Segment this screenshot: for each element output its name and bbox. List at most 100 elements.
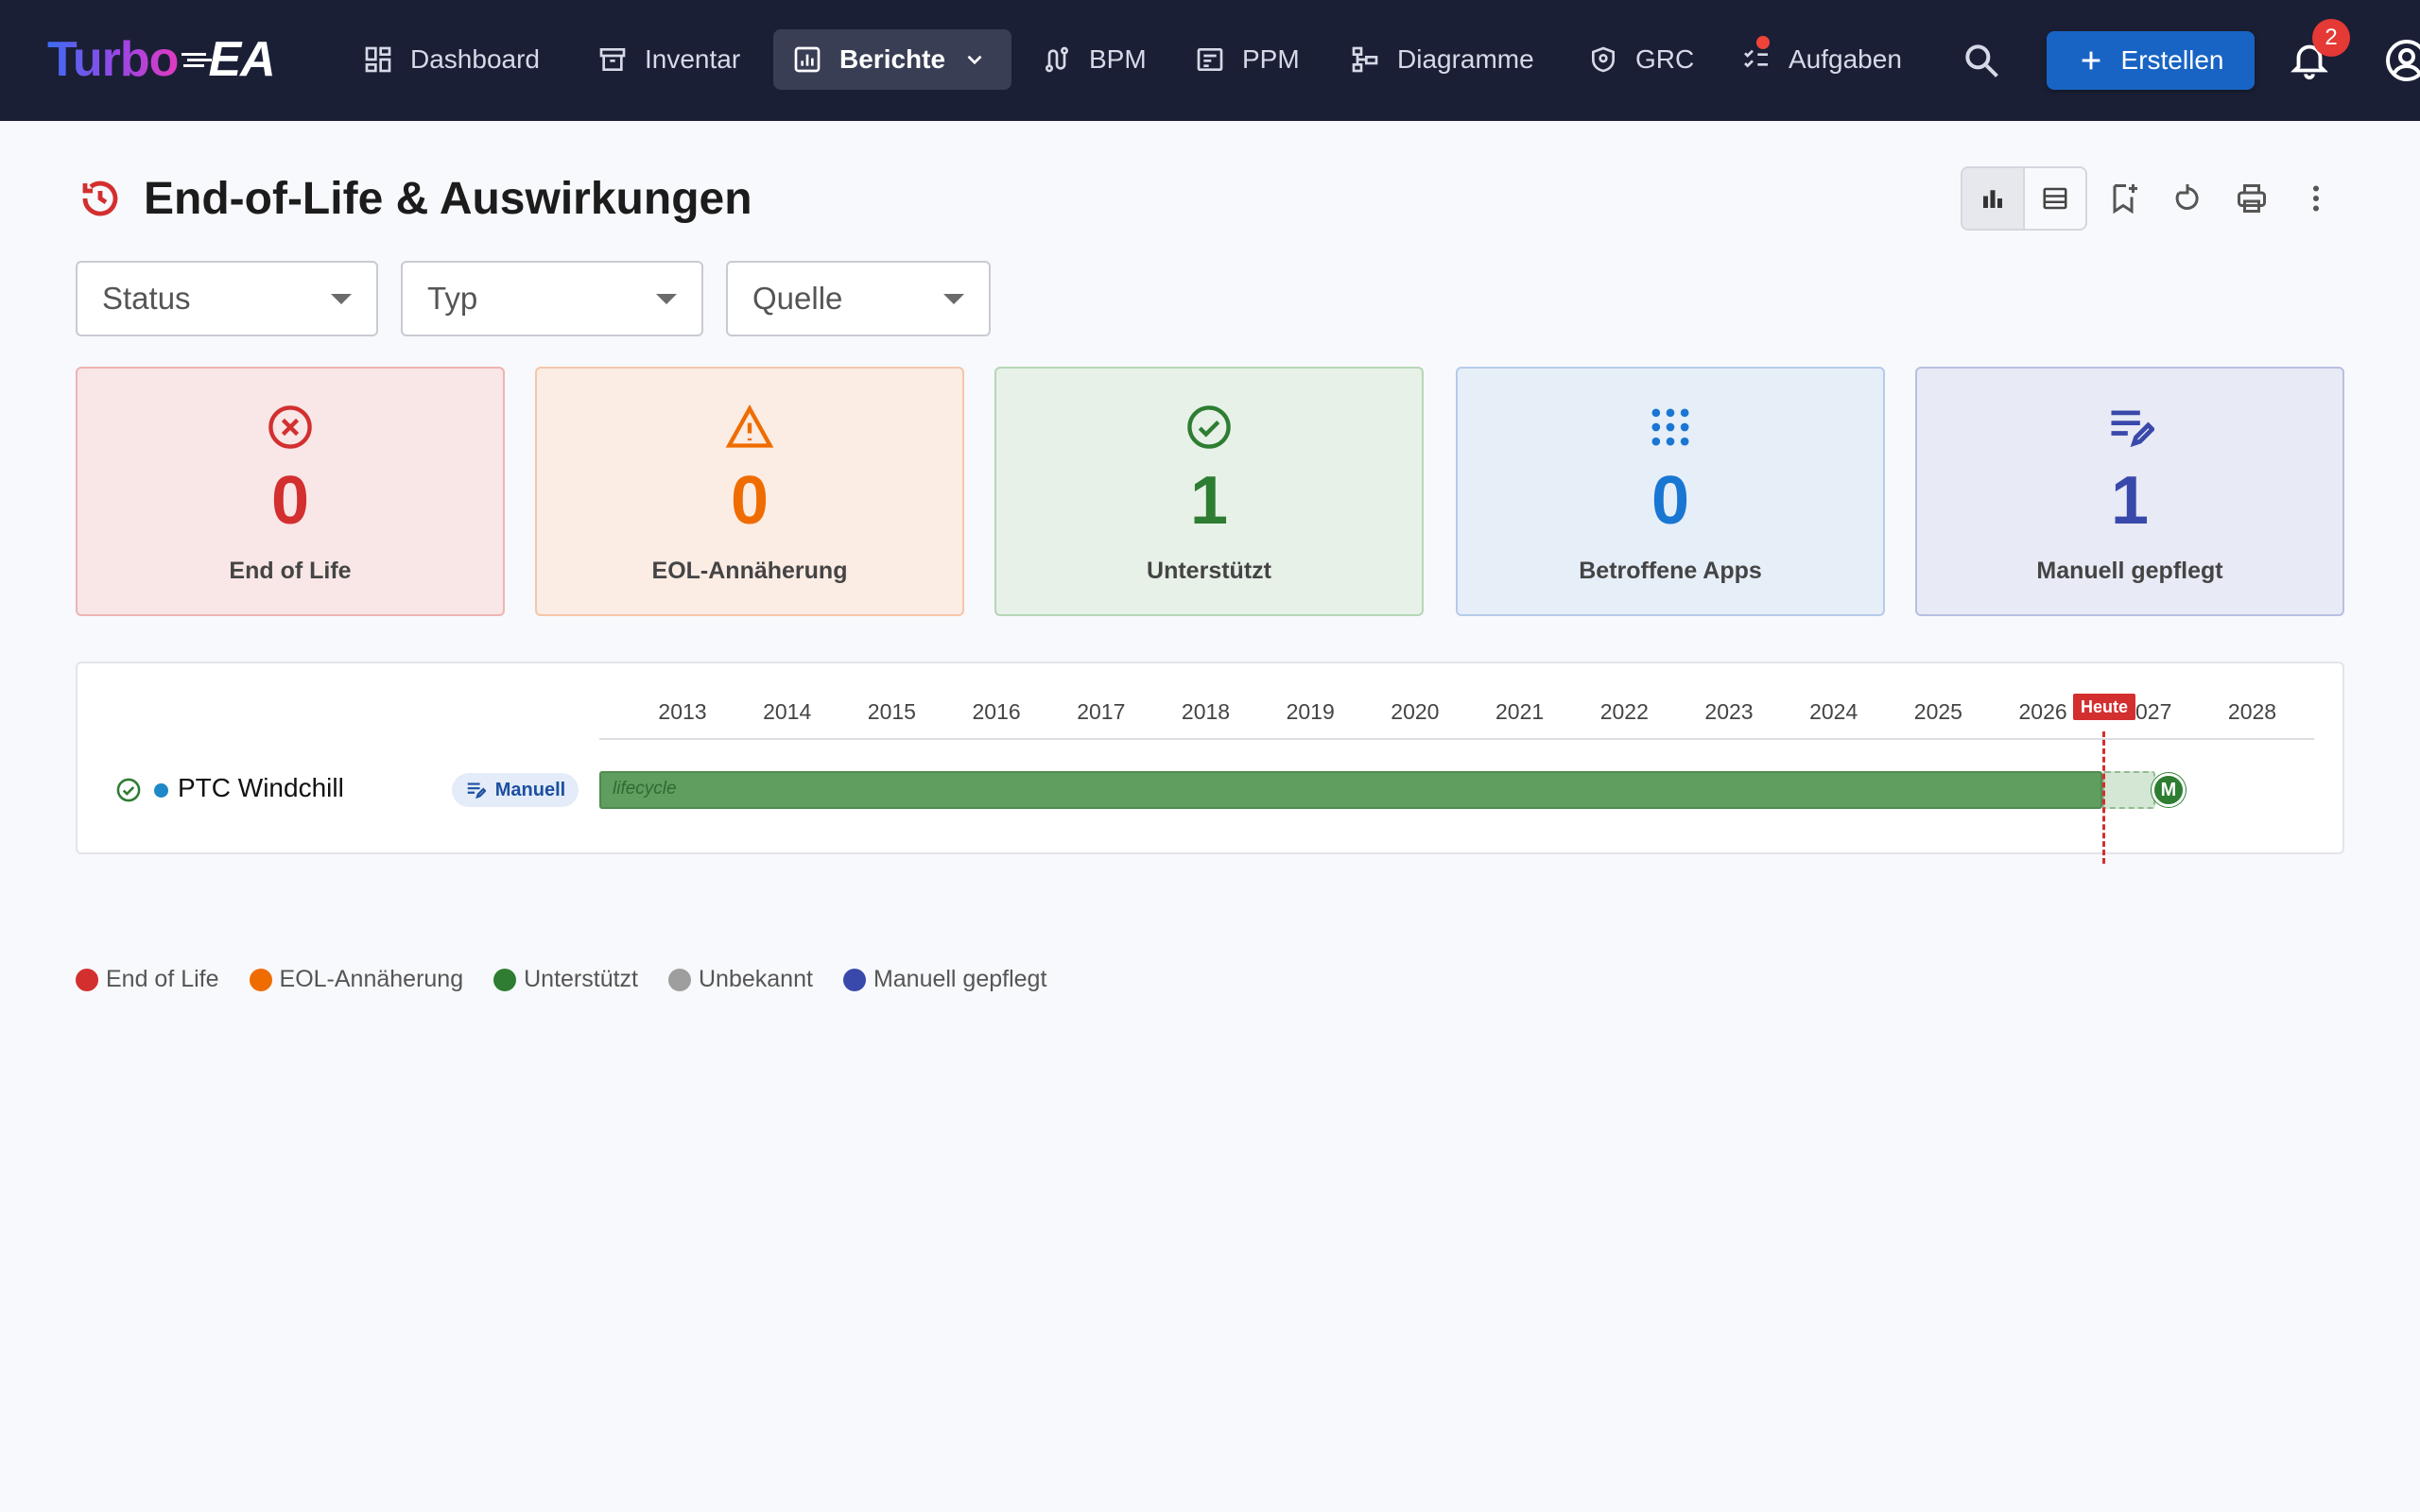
- timeline-year-label: 2017: [1077, 699, 1126, 724]
- create-button[interactable]: Erstellen: [2047, 31, 2255, 90]
- stat-card-supported[interactable]: 1 Unterstützt: [994, 367, 1424, 616]
- nav-berichte[interactable]: Berichte: [773, 29, 1011, 90]
- status-legend: End of Life EOL-Annäherung Unterstützt Unbe…: [76, 966, 1077, 993]
- timeline-row-name[interactable]: PTC Windchill: [178, 773, 344, 803]
- supported-status-icon: [116, 778, 141, 802]
- legend-color-dot: [76, 968, 98, 991]
- nav-diagramme[interactable]: Diagramme: [1331, 29, 1553, 90]
- task-checklist-icon: [1744, 49, 1768, 68]
- quelle-filter-select[interactable]: Quelle: [726, 261, 991, 336]
- lifecycle-bar-extension: [2102, 771, 2155, 809]
- timeline-year-label: 2020: [1391, 699, 1440, 724]
- stat-card-end-of-life[interactable]: 0 End of Life: [76, 367, 505, 616]
- legend-item: Manuell gepflegt: [842, 966, 1047, 993]
- status-filter-select[interactable]: Status: [76, 261, 378, 336]
- more-vert-icon[interactable]: [2299, 181, 2333, 215]
- create-button-label: Erstellen: [2120, 45, 2224, 75]
- nav-inventar-label: Inventar: [645, 44, 741, 74]
- search-icon[interactable]: [1961, 40, 2002, 81]
- print-icon[interactable]: [2235, 181, 2269, 215]
- edit-note-icon: [2111, 410, 2154, 448]
- legend-item: Unbekannt: [668, 966, 813, 993]
- turbo-ea-logo[interactable]: Turbo EA: [47, 28, 276, 91]
- chevron-down-icon: [967, 55, 982, 65]
- stat-value: 1: [1189, 463, 1229, 539]
- legend-label: End of Life: [106, 966, 219, 992]
- status-filter-label: Status: [102, 281, 191, 316]
- stat-label: EOL-Annäherung: [651, 558, 848, 584]
- timeline-year-label: 2021: [1495, 699, 1545, 724]
- nav-dashboard[interactable]: Dashboard: [344, 29, 559, 90]
- milestone-marker[interactable]: M: [2152, 773, 2186, 807]
- chart-view-button[interactable]: [1962, 168, 2023, 229]
- timeline-year-label: 2022: [1599, 699, 1649, 724]
- timeline-year-label: 2023: [1704, 699, 1754, 724]
- legend-label: Manuell gepflegt: [873, 966, 1047, 992]
- history-clock-icon: [82, 180, 118, 216]
- table-view-button[interactable]: [2023, 168, 2085, 229]
- stat-value: 0: [730, 463, 769, 539]
- task-notification-dot: [1756, 36, 1770, 49]
- timeline-year-label: 2018: [1181, 699, 1231, 724]
- project-icon: [1197, 48, 1223, 71]
- cancel-circle-icon: [268, 405, 312, 449]
- stat-card-manually-maintained[interactable]: 1 Manuell gepflegt: [1915, 367, 2344, 616]
- legend-item: Unterstützt: [493, 966, 638, 993]
- nav-berichte-label: Berichte: [839, 44, 946, 74]
- timeline-axis-line: [599, 738, 2314, 740]
- nav-inventar[interactable]: Inventar: [579, 29, 759, 90]
- nav-bpm[interactable]: BPM: [1023, 29, 1166, 90]
- typ-filter-label: Typ: [427, 281, 478, 316]
- timeline-year-label: 2028: [2227, 699, 2277, 724]
- stat-card-eol-approaching[interactable]: 0 EOL-Annäherung: [535, 367, 964, 616]
- nav-aufgaben[interactable]: Aufgaben: [1722, 29, 1921, 90]
- stat-card-affected-apps[interactable]: 0 Betroffene Apps: [1456, 367, 1885, 616]
- edit-note-icon: [467, 782, 486, 799]
- archive-icon: [599, 48, 626, 71]
- component-type-dot: [154, 783, 168, 798]
- lifecycle-bar-label: lifecycle: [613, 779, 677, 799]
- timeline-year-label: 2016: [972, 699, 1021, 724]
- notification-count-badge: 2: [2312, 19, 2350, 57]
- eol-timeline: 2028 2027 2026 2025 2024 2023 2022 2021 2020 2019…: [76, 662, 2344, 864]
- diagram-tree-icon: [1352, 46, 1378, 73]
- warning-triangle-icon: [725, 404, 774, 448]
- reset-icon[interactable]: [2170, 181, 2204, 215]
- user-avatar-icon[interactable]: [2384, 38, 2420, 83]
- timeline-year-label: 2024: [1809, 699, 1858, 724]
- legend-item: End of Life: [76, 966, 219, 993]
- nav-bpm-label: BPM: [1089, 44, 1147, 74]
- nav-dashboard-label: Dashboard: [410, 44, 540, 74]
- nav-grc-label: GRC: [1635, 44, 1695, 74]
- dropdown-arrow-icon: [656, 294, 677, 304]
- dropdown-arrow-icon: [331, 294, 352, 304]
- check-circle-icon: [1187, 405, 1231, 449]
- source-chip-label: Manuell: [494, 779, 566, 800]
- typ-filter-select[interactable]: Typ: [401, 261, 703, 336]
- dropdown-arrow-icon: [943, 294, 964, 304]
- stat-label: Manuell gepflegt: [2036, 558, 2223, 584]
- timeline-year-label: 2013: [658, 699, 707, 724]
- lifecycle-bar-active[interactable]: [599, 771, 2102, 809]
- stat-label: End of Life: [229, 558, 352, 584]
- nav-aufgaben-label: Aufgaben: [1789, 44, 1902, 74]
- nav-grc[interactable]: GRC: [1569, 29, 1713, 90]
- plus-icon: [2082, 51, 2100, 70]
- page-title-text: End-of-Life & Auswirkungen: [144, 173, 752, 224]
- stat-value: 1: [2110, 463, 2150, 539]
- stat-value: 0: [1651, 463, 1690, 539]
- logo-turbo-text: Turbo: [47, 32, 179, 87]
- dashboard-icon: [365, 46, 391, 73]
- legend-color-dot: [668, 968, 691, 991]
- bookmark-add-icon[interactable]: [2106, 181, 2140, 215]
- legend-label: EOL-Annäherung: [279, 966, 464, 992]
- stat-value: 0: [270, 463, 310, 539]
- process-route-icon: [1046, 46, 1068, 73]
- apps-grid-icon: [1651, 408, 1689, 446]
- report-chart-icon: [794, 46, 821, 73]
- logo-ea-text: EA: [208, 32, 275, 87]
- quelle-filter-label: Quelle: [752, 281, 843, 316]
- nav-ppm-label: PPM: [1242, 44, 1300, 74]
- nav-ppm[interactable]: PPM: [1176, 29, 1319, 90]
- today-marker-line: [2102, 731, 2105, 864]
